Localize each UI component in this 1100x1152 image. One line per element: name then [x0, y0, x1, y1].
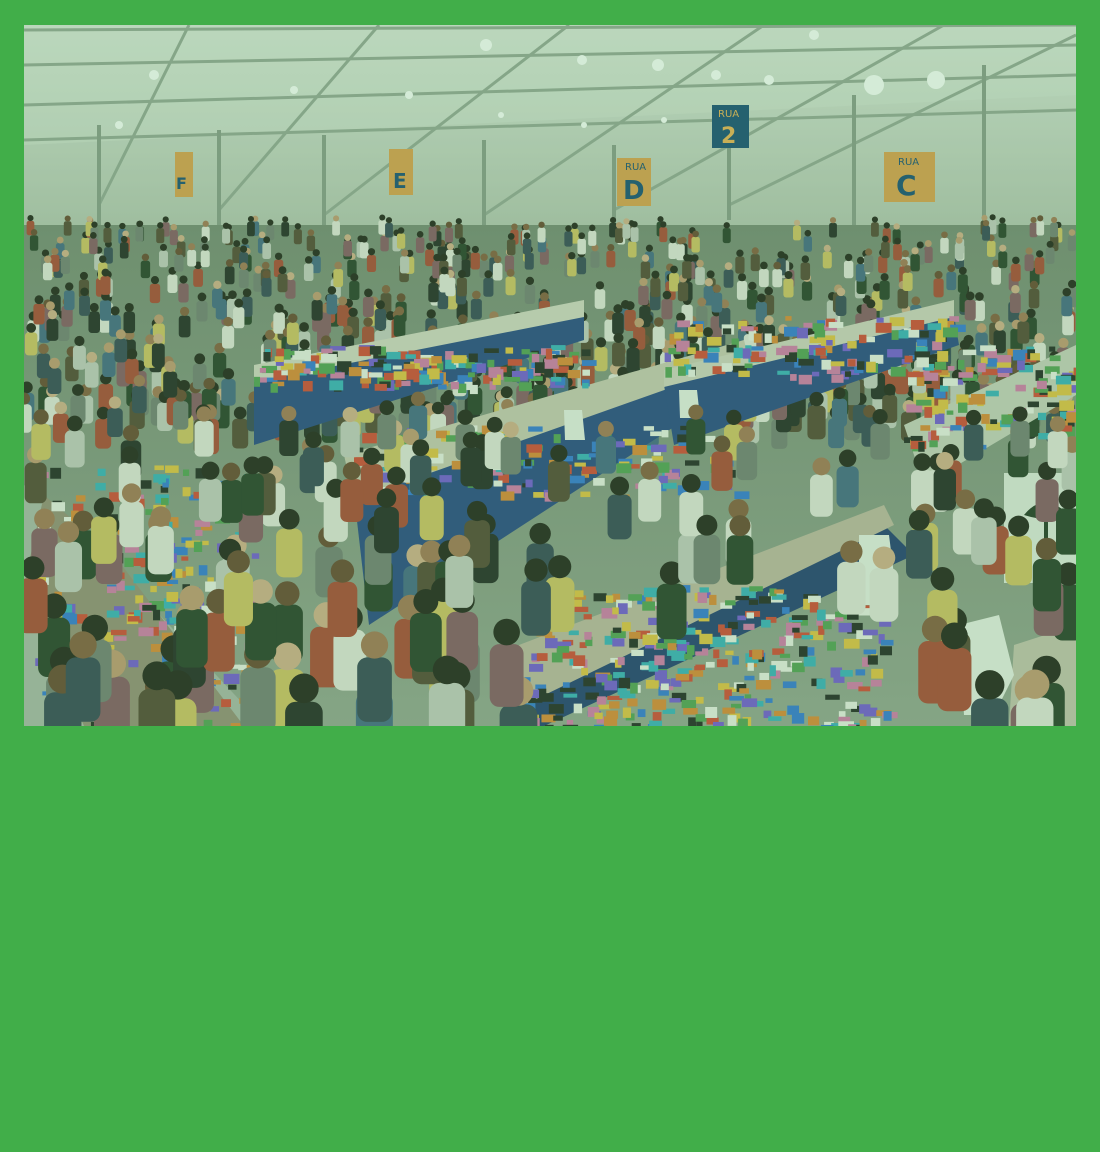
event-photo: F E RUA D RUA 2 RUA C	[24, 25, 1076, 726]
green-tint-overlay	[24, 25, 1076, 726]
book-fair-scene: F E RUA D RUA 2 RUA C	[24, 25, 1076, 726]
